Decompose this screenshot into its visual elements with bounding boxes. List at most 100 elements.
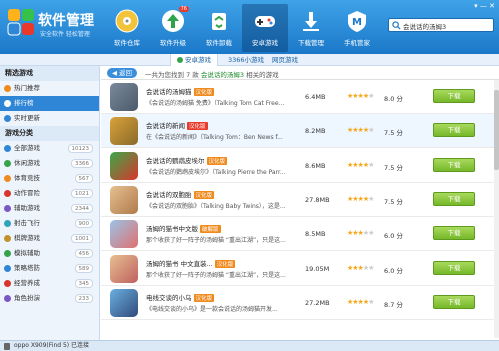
result-row[interactable]: 汤姆的猫书中文版 破解版那个收获了好一阵子的汤姆猫 “重出江湖”，只是这... 8.…: [101, 217, 499, 252]
category-icon: [4, 235, 11, 242]
version-tag: 汉化版: [193, 88, 215, 96]
sidebar-item-label: 休闲游戏: [14, 159, 40, 167]
search-input[interactable]: 会说话的汤姆3: [403, 21, 446, 31]
category-icon: [4, 220, 11, 227]
scrollbar[interactable]: [494, 80, 499, 338]
phone-manager-icon: M: [344, 8, 370, 34]
cat-book-icon[interactable]: [110, 220, 138, 249]
nav-label: 下载管理: [298, 39, 324, 47]
sidebar-section-featured: 精选游戏: [0, 66, 99, 81]
app-description: 在《会说话的新闻》（Talking Tom：Ben News f...: [146, 134, 283, 142]
sidebar-item-label: 角色扮演: [14, 294, 40, 302]
app-description: 那个收获了好一阵子的汤姆猫 “重出江湖”，只是这...: [146, 237, 286, 245]
sidebar-item-category[interactable]: 全部游戏 10123: [0, 141, 99, 156]
twins-icon[interactable]: [110, 185, 138, 214]
result-row[interactable]: 会说话的汤姆猫 汉化版 《会说话的汤姆猫 免费》（Talking Tom Cat F…: [101, 80, 499, 114]
star-rating: ★★★★★: [347, 194, 374, 203]
nav-label: 软件升级: [160, 39, 186, 47]
sidebar-item-category[interactable]: 棋牌游戏 1001: [0, 231, 99, 246]
sidebar-item-category[interactable]: 辅助游戏 2344: [0, 201, 99, 216]
download-button[interactable]: 下载: [433, 89, 475, 103]
result-row[interactable]: 会说话的新闻 汉化版在《会说话的新闻》（Talking Tom：Ben News …: [101, 114, 499, 149]
app-name[interactable]: 会说话的新闻 汉化版: [146, 120, 208, 131]
device-status: oppo X909(Find 5) 已连接: [14, 342, 90, 349]
version-tag: 汉化版: [214, 259, 236, 268]
sidebar-item-category[interactable]: 经营养成 345: [0, 276, 99, 291]
app-name[interactable]: 会说话的鹦鹉皮埃尔 汉化版: [146, 155, 228, 165]
nav-phone-manager[interactable]: M 手机管家: [334, 4, 380, 52]
app-size: 8.5MB: [305, 230, 326, 239]
nav-android-games[interactable]: 安卓游戏: [242, 4, 288, 52]
status-bar: oppo X909(Find 5) 已连接: [0, 340, 499, 351]
news-icon[interactable]: [110, 117, 138, 146]
app-score: 8.7 分: [384, 300, 403, 309]
download-button[interactable]: 下载: [433, 191, 475, 206]
tab-web-games[interactable]: 网页游戏: [266, 54, 304, 66]
tab-android-games[interactable]: 安卓游戏: [170, 54, 218, 66]
scrollbar-thumb[interactable]: [494, 90, 499, 170]
sidebar-item-label: 射击飞行: [14, 219, 40, 227]
sidebar-item-label: 热门推荐: [14, 84, 40, 92]
window-controls[interactable]: ▾ — ✕: [474, 2, 495, 10]
upgrade-count-badge: 76: [178, 6, 189, 12]
nav-software-uninstall[interactable]: 软件卸载: [196, 4, 242, 52]
tom-cat-icon[interactable]: [110, 83, 138, 111]
star-rating: ★★★★★: [347, 229, 374, 238]
download-button[interactable]: 下载: [433, 226, 475, 241]
download-button[interactable]: 下载: [433, 260, 475, 275]
app-name-text: 汤姆的猫书 中文直装...: [146, 259, 213, 268]
back-button[interactable]: ◀ 返回: [107, 68, 137, 78]
sidebar-item-category[interactable]: 角色扮演 233: [0, 291, 99, 306]
category-icon: [4, 265, 11, 272]
app-score: 7.5 分: [384, 163, 403, 172]
category-count-badge: 233: [74, 294, 93, 303]
phone-icon: [4, 343, 10, 350]
result-row[interactable]: 汤姆的猫书 中文直装... 汉化版 那个收获了好一阵子的汤姆猫 “重出江湖”，只是这…: [101, 252, 499, 286]
app-size: 8.6MB: [305, 161, 326, 170]
parrot-icon[interactable]: [110, 151, 138, 180]
app-description: 《会说话的鹦鹉皮埃尔》（Talking Pierre the Parr...: [146, 168, 286, 176]
cat-book-icon[interactable]: [110, 254, 138, 283]
sidebar: 精选游戏 热门推荐 排行榜 实时更新 游戏分类 全部游戏 10123 休闲游戏 336…: [0, 66, 100, 340]
sidebar-item-category[interactable]: 模拟辅助 456: [0, 246, 99, 261]
nav-software-store[interactable]: 软件仓库: [104, 4, 150, 52]
search-icon[interactable]: [392, 21, 401, 30]
app-name[interactable]: 会说话的汤姆猫 汉化版: [146, 86, 215, 96]
download-button[interactable]: 下载: [433, 123, 475, 138]
nav-download-manager[interactable]: 下载管理: [288, 4, 334, 52]
sidebar-item-hot[interactable]: 热门推荐: [0, 81, 99, 96]
sidebar-item-category[interactable]: 策略塔防 589: [0, 261, 99, 276]
result-row[interactable]: 电线交谈的小乌 汉化版 《电线交谈的小乌》是一款会说话的汤姆猫开发... 27.2MB…: [101, 286, 499, 320]
nav-software-upgrade[interactable]: 76 软件升级: [150, 4, 196, 52]
app-name[interactable]: 电线交谈的小乌 汉化版: [146, 292, 215, 302]
download-button[interactable]: 下载: [433, 294, 475, 309]
app-name[interactable]: 汤姆的猫书 中文直装... 汉化版: [146, 258, 236, 268]
tab-label: 网页游戏: [272, 56, 298, 64]
version-tag: 汉化版: [193, 190, 215, 199]
category-icon: [4, 295, 11, 302]
category-icon: [4, 250, 11, 257]
sidebar-item-category[interactable]: 动作冒险 1021: [0, 186, 99, 201]
result-row[interactable]: 会说话的双胞胎 汉化版 《会说话的双胞胎》（Talking Baby Twins），…: [101, 183, 499, 217]
result-row[interactable]: 会说话的鹦鹉皮埃尔 汉化版《会说话的鹦鹉皮埃尔》（Talking Pierre t…: [101, 149, 499, 183]
app-subtitle: 安全软件 轻松管理: [40, 31, 90, 38]
sidebar-item-label: 动作冒险: [14, 189, 40, 197]
app-name[interactable]: 汤姆的猫书中文版 破解版: [146, 223, 221, 234]
app-name-text: 会说话的新闻: [146, 122, 185, 131]
sidebar-item-updates[interactable]: 实时更新: [0, 111, 99, 126]
app-score: 6.0 分: [384, 232, 403, 241]
download-button[interactable]: 下载: [433, 157, 475, 172]
bird-icon[interactable]: [110, 288, 138, 317]
sidebar-item-category[interactable]: 体育竞技 567: [0, 171, 99, 186]
app-score: 7.5 分: [384, 197, 403, 206]
search-box[interactable]: 会说话的汤姆3: [388, 18, 494, 32]
tab-3366-games[interactable]: 3366小游戏: [222, 54, 270, 66]
sidebar-item-category[interactable]: 射击飞行 900: [0, 216, 99, 231]
app-score: 7.5 分: [384, 129, 403, 138]
sidebar-item-ranking[interactable]: 排行榜: [0, 96, 99, 111]
category-count-badge: 345: [74, 279, 93, 288]
sidebar-item-category[interactable]: 休闲游戏 3366: [0, 156, 99, 171]
sidebar-item-label: 策略塔防: [14, 264, 40, 272]
app-name[interactable]: 会说话的双胞胎 汉化版: [146, 189, 215, 199]
category-list: 全部游戏 10123 休闲游戏 3366 体育竞技 567 动作冒险 1021 辅助游戏 2344…: [0, 141, 99, 306]
